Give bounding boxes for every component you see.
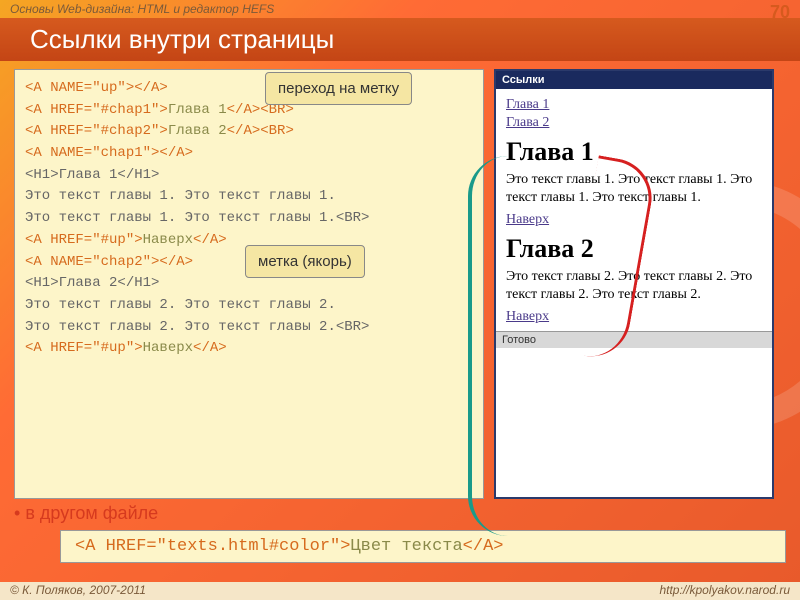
page-number: 70 — [770, 2, 790, 16]
code-line: Это текст главы 1. Это текст главы 1.<BR… — [25, 208, 473, 230]
code-tag: <A HREF="#up"> — [25, 232, 143, 248]
footer-copyright: © К. Поляков, 2007-2011 — [10, 583, 146, 599]
code-tag: <A HREF="#chap2"> — [25, 123, 168, 139]
code-tag: <A HREF="#chap1"> — [25, 102, 168, 118]
html-code-block: переход на метку метка (якорь) <A NAME="… — [14, 69, 484, 499]
callout-anchor: метка (якорь) — [245, 245, 365, 278]
code-tag: </A> — [134, 80, 168, 96]
code-line: Это текст главы 1. Это текст главы 1. — [25, 186, 473, 208]
code-text: Глава 2 — [168, 123, 227, 139]
preview-heading-1: Глава 1 — [506, 137, 762, 167]
footer: © К. Поляков, 2007-2011 http://kpolyakov… — [0, 582, 800, 600]
callout-jump: переход на метку — [265, 72, 412, 105]
preview-body: Глава 1 Глава 2 Глава 1 Это текст главы … — [496, 89, 772, 331]
code-tag: <A NAME="chap1"> — [25, 145, 159, 161]
preview-link-up1[interactable]: Наверх — [506, 212, 549, 227]
browser-preview: Ссылки Глава 1 Глава 2 Глава 1 Это текст… — [494, 69, 774, 499]
preview-link-up2[interactable]: Наверх — [506, 309, 549, 324]
code-tag: </A><BR> — [227, 123, 294, 139]
code-tag: <A NAME="chap2"> — [25, 254, 159, 270]
code-tag: <A HREF="#up"> — [25, 340, 143, 356]
code-text: Глава 1 — [168, 102, 227, 118]
bullet-other-file: в другом файле — [0, 499, 800, 528]
content-area: переход на метку метка (якорь) <A NAME="… — [0, 61, 800, 499]
code-line: <H1>Глава 1</H1> — [25, 165, 473, 187]
bottom-code-block: <A HREF="texts.html#color">Цвет текста</… — [60, 530, 786, 563]
code-line: Это текст главы 2. Это текст главы 2.<BR… — [25, 317, 473, 339]
preview-status-bar: Готово — [496, 331, 772, 348]
preview-link-2[interactable]: Глава 2 — [506, 115, 549, 130]
code-tag: </A> — [193, 340, 227, 356]
code-text: Цвет текста — [350, 537, 462, 556]
code-tag: <A NAME="up"> — [25, 80, 134, 96]
code-text: Наверх — [143, 340, 193, 356]
code-text: Наверх — [143, 232, 193, 248]
slide-title: Ссылки внутри страницы — [0, 18, 800, 61]
arrow-teal — [468, 156, 508, 536]
code-tag: </A> — [193, 232, 227, 248]
code-tag: <A HREF="texts.html#color"> — [75, 537, 350, 556]
code-tag: </A> — [159, 254, 193, 270]
preview-link-1[interactable]: Глава 1 — [506, 97, 549, 112]
footer-url: http://kpolyakov.narod.ru — [659, 583, 790, 599]
code-tag: </A> — [159, 145, 193, 161]
header: Основы Web-дизайна: HTML и редактор HEFS… — [0, 0, 800, 18]
code-tag: </A> — [463, 537, 504, 556]
header-title: Основы Web-дизайна: HTML и редактор HEFS — [10, 2, 274, 16]
code-line: Это текст главы 2. Это текст главы 2. — [25, 295, 473, 317]
preview-window-title: Ссылки — [496, 71, 772, 89]
